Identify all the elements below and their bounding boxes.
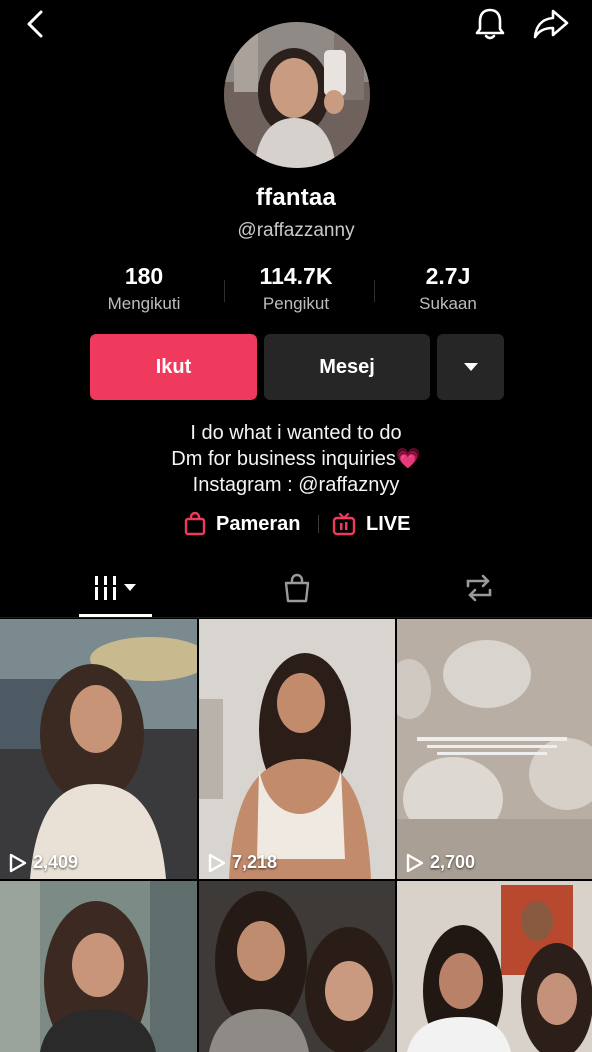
back-button[interactable]	[18, 6, 52, 42]
message-button[interactable]: Mesej	[264, 334, 430, 400]
display-name: ffantaa	[255, 184, 337, 211]
profile-page: ffantaa @raffazzanny 180 Mengikuti 114.7…	[0, 0, 592, 1052]
content-tabs	[0, 560, 592, 618]
tab-reposts[interactable]	[444, 560, 514, 616]
shopping-bag-icon	[284, 573, 310, 603]
video-thumbnail[interactable]: 2,409	[0, 619, 197, 879]
video-thumbnail-image	[397, 881, 592, 1052]
view-count-text: 7,218	[232, 852, 278, 872]
profile-links: Pameran LIVE	[0, 508, 592, 540]
bell-icon	[475, 8, 505, 40]
stat-likes[interactable]: 2.7J Sukaan	[368, 262, 528, 316]
video-thumbnail-image	[0, 881, 197, 1052]
video-thumbnail-image	[397, 619, 592, 879]
bio-line: Dm for business inquiries💗	[171, 448, 421, 470]
following-count: 180	[124, 263, 164, 289]
video-thumbnail[interactable]	[0, 881, 197, 1052]
active-tab-indicator	[79, 614, 152, 617]
live-label: LIVE	[366, 512, 411, 535]
likes-label: Sukaan	[419, 294, 477, 313]
profile-bio: I do what i wanted to do Dm for business…	[0, 420, 592, 498]
video-thumbnail-image	[199, 619, 395, 879]
tab-shop[interactable]	[262, 560, 332, 616]
play-icon	[406, 853, 424, 872]
repost-icon	[466, 574, 492, 602]
showcase-label: Pameran	[216, 512, 301, 535]
view-count-text: 2,409	[33, 852, 79, 872]
share-button[interactable]	[530, 4, 572, 44]
video-thumbnail[interactable]: 7,218	[199, 619, 395, 879]
view-count: 2,700	[406, 852, 475, 873]
video-thumbnail-image	[199, 881, 395, 1052]
chevron-left-icon	[27, 10, 43, 38]
video-thumbnail[interactable]: 2,700	[397, 619, 592, 879]
showcase-link[interactable]: Pameran	[184, 508, 301, 540]
username-handle: @raffazzanny	[237, 220, 355, 241]
live-link[interactable]: LIVE	[332, 508, 410, 540]
view-count: 2,409	[9, 852, 78, 873]
play-icon	[208, 853, 226, 872]
video-grid: 2,409 7,218 2,700	[0, 619, 592, 1052]
stat-followers[interactable]: 114.7K Pengikut	[216, 262, 376, 316]
play-icon	[9, 853, 27, 872]
follow-button[interactable]: Ikut	[90, 334, 257, 400]
view-count-text: 2,700	[430, 852, 476, 872]
caret-down-icon	[463, 363, 478, 371]
notification-button[interactable]	[470, 4, 510, 44]
stat-following[interactable]: 180 Mengikuti	[64, 262, 224, 316]
bio-line: I do what i wanted to do	[190, 422, 402, 444]
video-thumbnail[interactable]	[199, 881, 395, 1052]
more-options-button[interactable]	[437, 334, 504, 400]
grid-videos-icon	[94, 576, 136, 600]
share-arrow-icon	[533, 9, 569, 39]
tab-videos[interactable]	[79, 560, 152, 616]
profile-photo	[224, 22, 370, 168]
following-label: Mengikuti	[107, 294, 181, 313]
profile-avatar[interactable]	[224, 22, 370, 168]
shopping-bag-icon	[184, 512, 206, 536]
live-tv-icon	[332, 512, 356, 536]
video-thumbnail-image	[0, 619, 197, 879]
link-divider	[318, 515, 319, 533]
view-count: 7,218	[208, 852, 277, 873]
profile-stats: 180 Mengikuti 114.7K Pengikut 2.7J Sukaa…	[0, 262, 592, 318]
profile-actions: Ikut Mesej	[0, 334, 592, 402]
likes-count: 2.7J	[425, 263, 471, 289]
followers-label: Pengikut	[262, 294, 330, 313]
followers-count: 114.7K	[259, 263, 333, 289]
bio-line[interactable]: Instagram : @raffaznyy	[0, 472, 592, 498]
video-thumbnail[interactable]	[397, 881, 592, 1052]
